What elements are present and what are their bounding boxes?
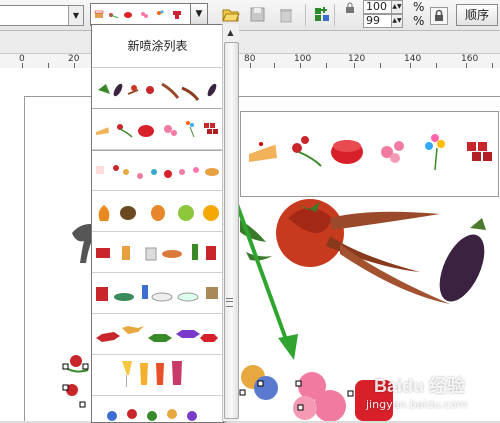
scroll-grip-icon (226, 298, 233, 307)
spray-list-combo[interactable]: ▼ (90, 3, 208, 26)
baidu-watermark: Baidu 经验 jingyan.baidu.com (360, 368, 500, 421)
spray-list-row[interactable] (92, 232, 223, 273)
size-lock-icon (346, 2, 354, 13)
ruler-label: 100 (294, 54, 312, 64)
sweets-thumbnails (96, 165, 219, 179)
balloon-flowers-icon (425, 134, 445, 171)
spray-list-row[interactable] (92, 355, 223, 396)
spray-list-dropdown[interactable]: 新喷涂列表 (91, 24, 224, 423)
candy-thumbnails (96, 326, 218, 342)
spin-button[interactable]: ▲▼ (391, 0, 403, 14)
scroll-thumb[interactable] (224, 42, 239, 419)
spray-list-row[interactable] (92, 150, 223, 191)
spray-list-row[interactable] (92, 68, 223, 109)
add-spray-icon[interactable] (313, 5, 331, 23)
watermark-url: jingyan.baidu.com (366, 398, 468, 411)
food-thumbnails (98, 82, 217, 101)
pink-candy-icon (381, 141, 404, 163)
order-button[interactable]: 顺序 (456, 4, 498, 26)
new-spray-list-item[interactable]: 新喷涂列表 (92, 25, 223, 68)
spray-size-input-1[interactable]: 100 (363, 0, 393, 14)
ruler-label: 140 (404, 54, 422, 64)
ruler-label: 120 (348, 54, 366, 64)
spray-preview-thumbnail (94, 10, 181, 19)
preset-combo[interactable]: ▼ (0, 5, 84, 26)
document-tab-strip (0, 31, 500, 53)
save-icon[interactable] (249, 6, 267, 24)
ruler-label: 160 (461, 54, 479, 64)
fruits-thumbnails (98, 205, 219, 221)
chevron-down-icon[interactable]: ▼ (190, 4, 207, 25)
spray-size-input-2[interactable]: 99 (363, 14, 393, 28)
toolbar-separator (305, 4, 306, 26)
open-folder-icon[interactable] (222, 6, 240, 24)
percent-label: % (413, 14, 425, 28)
chevron-down-icon[interactable]: ▼ (68, 6, 83, 25)
sausage-artwork (330, 211, 440, 230)
spray-list-scrollbar[interactable]: ▲ (222, 24, 239, 421)
red-cake-icon (331, 140, 363, 164)
spray-list-row[interactable] (92, 396, 223, 422)
lock-ratio-button[interactable] (430, 7, 448, 25)
watermark-brand: Baidu 经验 (374, 376, 466, 396)
eggplant-artwork (439, 234, 485, 302)
spray-list-row[interactable] (92, 314, 223, 355)
percent-label: % (413, 0, 425, 14)
horizontal-ruler[interactable]: 0 20 80 100 120 140 160 (0, 53, 500, 69)
misc-thumbnails (107, 409, 197, 421)
spray-list-row-selected[interactable] (92, 108, 223, 151)
spray-list-row[interactable] (92, 273, 223, 314)
scroll-up-arrow-icon[interactable]: ▲ (224, 26, 237, 40)
gift-boxes-icon (467, 142, 492, 161)
toolbar-separator (334, 4, 335, 26)
desserts-gifts-thumbnails (96, 121, 218, 138)
delete-icon[interactable] (277, 6, 295, 24)
drinks-thumbnails (122, 361, 182, 387)
flower-artwork (70, 355, 82, 367)
spin-button[interactable]: ▲▼ (391, 14, 403, 28)
fast-food-thumbnails (96, 244, 216, 261)
property-toolbar: ▼ ▼ 100 ▲▼ 99 ▲▼ % % 顺序 (0, 0, 500, 31)
tableware-thumbnails (96, 285, 218, 302)
spray-list-row[interactable] (92, 191, 223, 232)
lock-icon (435, 9, 443, 21)
